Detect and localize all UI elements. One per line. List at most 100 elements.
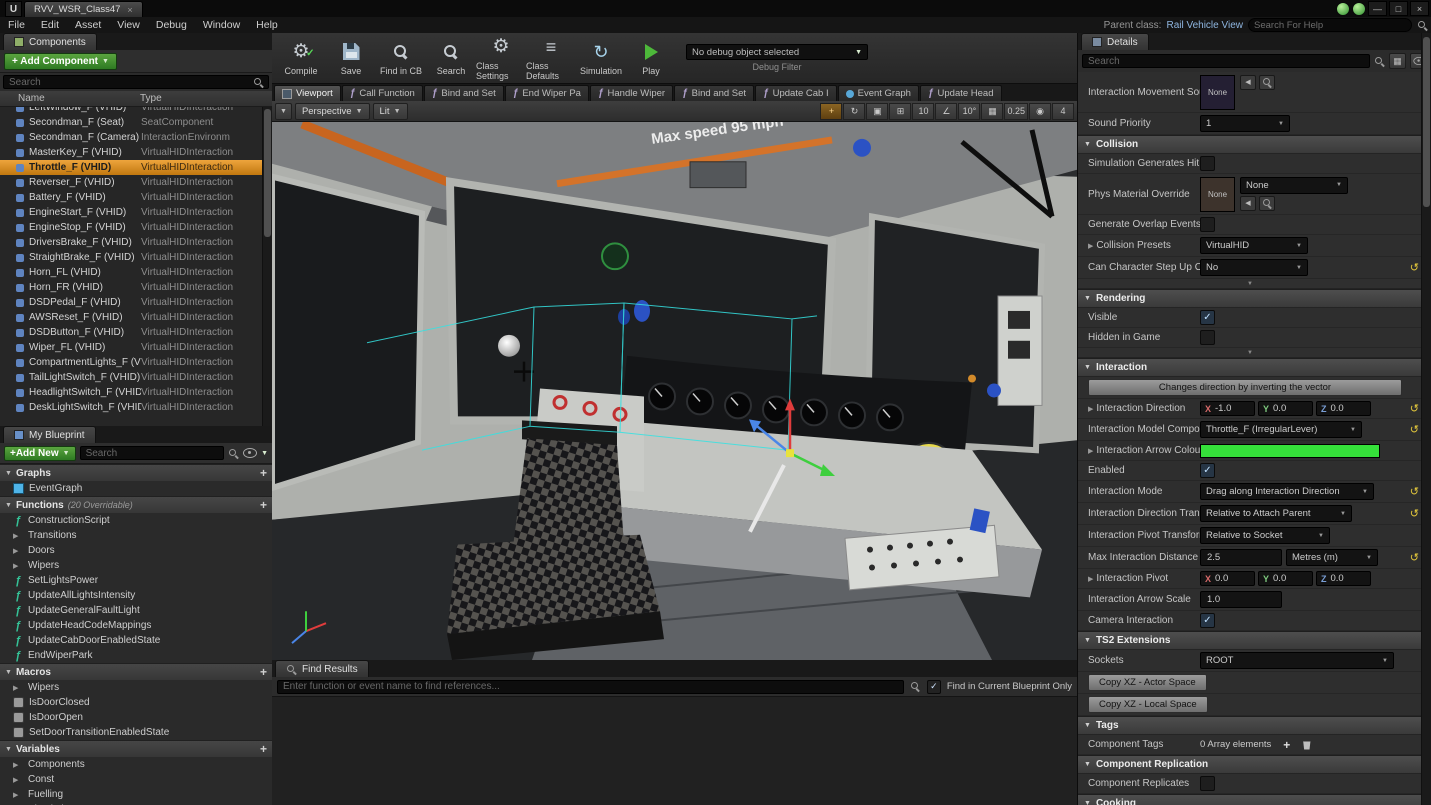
parent-class-value[interactable]: Rail Vehicle View: [1166, 20, 1243, 31]
expand-advanced-strip[interactable]: ▼: [1078, 348, 1422, 358]
component-row[interactable]: DriversBrake_F (VHID)VirtualHIDInteracti…: [0, 235, 272, 250]
category-header-cooking[interactable]: ▼Cooking: [1078, 794, 1422, 805]
save-button[interactable]: Save: [326, 35, 376, 81]
graph-tab-viewport[interactable]: Viewport: [274, 85, 341, 101]
blueprint-item[interactable]: ƒUpdateGeneralFaultLight: [0, 603, 272, 618]
tab-components[interactable]: Components: [3, 33, 97, 50]
checkbox[interactable]: [1200, 776, 1215, 791]
category-header-rendering[interactable]: ▼Rendering: [1078, 289, 1422, 308]
menu-debug[interactable]: Debug: [148, 19, 195, 31]
menu-asset[interactable]: Asset: [67, 19, 109, 31]
checkbox[interactable]: [1200, 330, 1215, 345]
rotate-tool-icon[interactable]: ↻: [843, 103, 865, 120]
reset-to-default-icon[interactable]: ↺: [1410, 485, 1419, 498]
viewport-scene[interactable]: Max speed 95 mph: [272, 122, 1077, 660]
chevron-right-icon[interactable]: ▶: [1088, 242, 1093, 250]
graph-tab-end-wiper-pa[interactable]: ƒEnd Wiper Pa: [505, 85, 589, 101]
category-header-component-replication[interactable]: ▼Component Replication: [1078, 755, 1422, 774]
section-header-graphs[interactable]: ▼Graphs+: [0, 464, 272, 481]
blueprint-item[interactable]: ▶Const: [0, 772, 272, 787]
details-search-input[interactable]: [1082, 54, 1370, 68]
perspective-dropdown[interactable]: Perspective ▼: [295, 103, 370, 120]
find-in-cb-button[interactable]: Find in CB: [376, 35, 426, 81]
blueprint-item[interactable]: ▶Wipers: [0, 680, 272, 695]
component-row[interactable]: Reverser_F (VHID)VirtualHIDInteraction: [0, 175, 272, 190]
blueprint-item[interactable]: SetDoorTransitionEnabledState: [0, 725, 272, 740]
asset-thumbnail[interactable]: None: [1200, 177, 1235, 212]
section-header-macros[interactable]: ▼Macros+: [0, 663, 272, 680]
lit-mode-dropdown[interactable]: Lit ▼: [373, 103, 408, 120]
viewport-options-button[interactable]: ▼: [275, 103, 292, 120]
find-references-input[interactable]: [277, 680, 904, 694]
blueprint-item[interactable]: ▶Components: [0, 757, 272, 772]
blueprint-item[interactable]: ƒSetLightsPower: [0, 573, 272, 588]
add-icon[interactable]: +: [260, 665, 267, 679]
delete-icon[interactable]: [1302, 740, 1311, 750]
blueprint-item[interactable]: ƒUpdateAllLightsIntensity: [0, 588, 272, 603]
details-scrollbar[interactable]: [1421, 33, 1431, 805]
dropdown[interactable]: Relative to Socket▼: [1200, 527, 1330, 544]
view-options-eye-icon[interactable]: [243, 448, 257, 458]
menu-file[interactable]: File: [0, 19, 33, 31]
component-row[interactable]: DSDButton_F (VHID)VirtualHIDInteraction: [0, 325, 272, 340]
checkbox[interactable]: ✓: [1200, 613, 1215, 628]
dropdown[interactable]: No▼: [1200, 259, 1308, 276]
blueprint-item[interactable]: ƒEndWiperPark: [0, 648, 272, 663]
category-header-tags[interactable]: ▼Tags: [1078, 716, 1422, 735]
camera-speed-icon[interactable]: ◉: [1029, 103, 1051, 120]
add-icon[interactable]: +: [260, 498, 267, 512]
axis-z-field[interactable]: Z0.0: [1316, 401, 1371, 416]
use-selected-icon[interactable]: ◀: [1240, 75, 1256, 90]
component-row[interactable]: AWSReset_F (VHID)VirtualHIDInteraction: [0, 310, 272, 325]
component-row[interactable]: Horn_FR (VHID)VirtualHIDInteraction: [0, 280, 272, 295]
tab-details[interactable]: Details: [1081, 33, 1149, 50]
component-row[interactable]: Secondman_F (Seat)SeatComponent: [0, 115, 272, 130]
blueprint-item[interactable]: IsDoorOpen: [0, 710, 272, 725]
scrollbar-thumb[interactable]: [264, 109, 271, 237]
graph-tab-update-head[interactable]: ƒUpdate Head: [920, 85, 1002, 101]
category-header-collision[interactable]: ▼Collision: [1078, 135, 1422, 154]
invert-vector-button[interactable]: Changes direction by inverting the vecto…: [1088, 379, 1402, 396]
dropdown[interactable]: VirtualHID▼: [1200, 237, 1308, 254]
search-button[interactable]: Search: [426, 35, 476, 81]
asset-dropdown[interactable]: None▼: [1240, 177, 1348, 194]
section-header-functions[interactable]: ▼Functions(20 Overridable)+: [0, 496, 272, 513]
launch-icon[interactable]: [1352, 2, 1366, 16]
class-settings-button[interactable]: Class Settings: [476, 35, 526, 81]
components-scrollbar[interactable]: [262, 107, 272, 426]
find-in-blueprint-checkbox[interactable]: ✓: [927, 680, 941, 694]
axis-x-field[interactable]: X0.0: [1200, 571, 1255, 586]
menu-window[interactable]: Window: [195, 19, 248, 31]
property-matrix-icon[interactable]: ▦: [1389, 53, 1406, 69]
axis-x-field[interactable]: X-1.0: [1200, 401, 1255, 416]
component-row[interactable]: LeftWindow_F (VHID)VirtualHIDInteraction: [0, 107, 272, 115]
menu-help[interactable]: Help: [248, 19, 286, 31]
grid-snap-icon[interactable]: ⊞: [889, 103, 911, 120]
close-icon[interactable]: ×: [127, 5, 132, 15]
blueprint-item[interactable]: ▶Transitions: [0, 528, 272, 543]
my-blueprint-search-input[interactable]: [80, 446, 225, 460]
blueprint-item[interactable]: IsDoorClosed: [0, 695, 272, 710]
value-field[interactable]: 1.0: [1200, 591, 1282, 608]
chevron-right-icon[interactable]: ▶: [1088, 575, 1093, 583]
graph-tab-update-cab-i[interactable]: ƒUpdate Cab I: [755, 85, 837, 101]
translate-tool-icon[interactable]: +: [820, 103, 842, 120]
add-icon[interactable]: +: [260, 466, 267, 480]
viewport-3d[interactable]: Max speed 95 mph: [272, 122, 1077, 660]
compile-button[interactable]: Compile: [276, 35, 326, 81]
color-swatch[interactable]: [1200, 444, 1380, 458]
dropdown[interactable]: Drag along Interaction Direction▼: [1200, 483, 1374, 500]
reset-to-default-icon[interactable]: ↺: [1410, 402, 1419, 415]
tab-find-results[interactable]: Find Results: [275, 660, 369, 677]
reset-to-default-icon[interactable]: ↺: [1410, 551, 1419, 564]
reset-to-default-icon[interactable]: ↺: [1410, 261, 1419, 274]
component-row[interactable]: Throttle_F (VHID)VirtualHIDInteraction: [0, 160, 272, 175]
expand-advanced-strip[interactable]: ▼: [1078, 279, 1422, 289]
column-name[interactable]: Name: [0, 93, 140, 104]
asset-thumbnail[interactable]: None: [1200, 75, 1235, 110]
dropdown[interactable]: 1▼: [1200, 115, 1290, 132]
axis-z-field[interactable]: Z0.0: [1316, 571, 1371, 586]
browse-icon[interactable]: [1259, 75, 1275, 90]
blueprint-item[interactable]: ƒUpdateCabDoorEnabledState: [0, 633, 272, 648]
column-type[interactable]: Type: [140, 93, 162, 104]
